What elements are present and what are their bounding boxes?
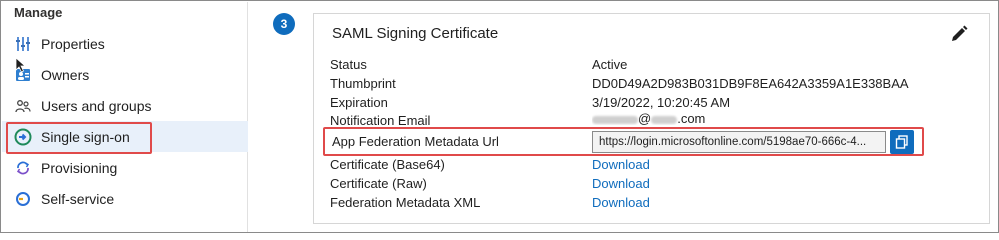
notification-email-value: @ .com — [592, 111, 705, 125]
edit-pencil-icon[interactable] — [949, 24, 969, 44]
thumbprint-value: DD0D49A2D983B031DB9F8EA642A3359A1E338BAA — [592, 76, 909, 91]
federation-metadata-xml-label: Federation Metadata XML — [330, 195, 481, 210]
federation-metadata-xml-download-link[interactable]: Download — [592, 195, 650, 210]
card-title: SAML Signing Certificate — [332, 25, 499, 42]
expiration-value: 3/19/2022, 10:20:45 AM — [592, 95, 731, 110]
metadata-url-field[interactable]: https://login.microsoftonline.com/5198ae… — [592, 131, 886, 153]
redacted-email-user — [592, 115, 638, 124]
properties-icon — [14, 35, 32, 53]
sidebar-item-label: Owners — [41, 66, 90, 83]
status-value: Active — [592, 57, 628, 72]
notification-email-label: Notification Email — [330, 113, 431, 125]
sidebar-item-self-service[interactable]: Self-service — [2, 183, 248, 214]
sidebar-item-provisioning[interactable]: Provisioning — [2, 152, 248, 183]
metadata-url-label: App Federation Metadata Url — [332, 134, 499, 149]
sidebar-item-label: Provisioning — [41, 159, 118, 176]
status-label: Status — [330, 57, 367, 72]
section-title-manage: Manage — [14, 5, 63, 20]
certificate-raw-label: Certificate (Raw) — [330, 176, 427, 191]
sidebar-item-label: Self-service — [41, 190, 115, 207]
sidebar: Manage Properties Owners Users and group… — [2, 2, 248, 232]
self-service-icon — [14, 190, 32, 208]
sidebar-item-label: Single sign-on — [41, 128, 130, 145]
certificate-raw-download-link[interactable]: Download — [592, 176, 650, 191]
certificate-base64-download-link[interactable]: Download — [592, 157, 650, 172]
sidebar-item-users-and-groups[interactable]: Users and groups — [2, 90, 248, 121]
sidebar-item-label: Users and groups — [41, 97, 152, 114]
redacted-email-domain — [651, 115, 678, 124]
step-number-badge: 3 — [273, 13, 295, 35]
copy-icon — [895, 135, 908, 149]
sidebar-item-single-sign-on[interactable]: Single sign-on — [2, 121, 248, 152]
window-frame: Manage Properties Owners Users and group… — [0, 0, 999, 233]
mouse-cursor-icon — [15, 57, 27, 73]
sidebar-item-owners[interactable]: Owners — [2, 59, 248, 90]
sidebar-item-properties[interactable]: Properties — [2, 28, 248, 59]
copy-to-clipboard-button[interactable] — [890, 130, 914, 154]
sidebar-item-label: Properties — [41, 35, 105, 52]
thumbprint-label: Thumbprint — [330, 76, 396, 91]
saml-signing-certificate-card: SAML Signing Certificate Status Active T… — [313, 13, 990, 224]
expiration-label: Expiration — [330, 95, 388, 110]
single-sign-on-icon — [14, 128, 32, 146]
provisioning-icon — [14, 159, 32, 177]
certificate-base64-label: Certificate (Base64) — [330, 157, 445, 172]
users-groups-icon — [14, 97, 32, 115]
